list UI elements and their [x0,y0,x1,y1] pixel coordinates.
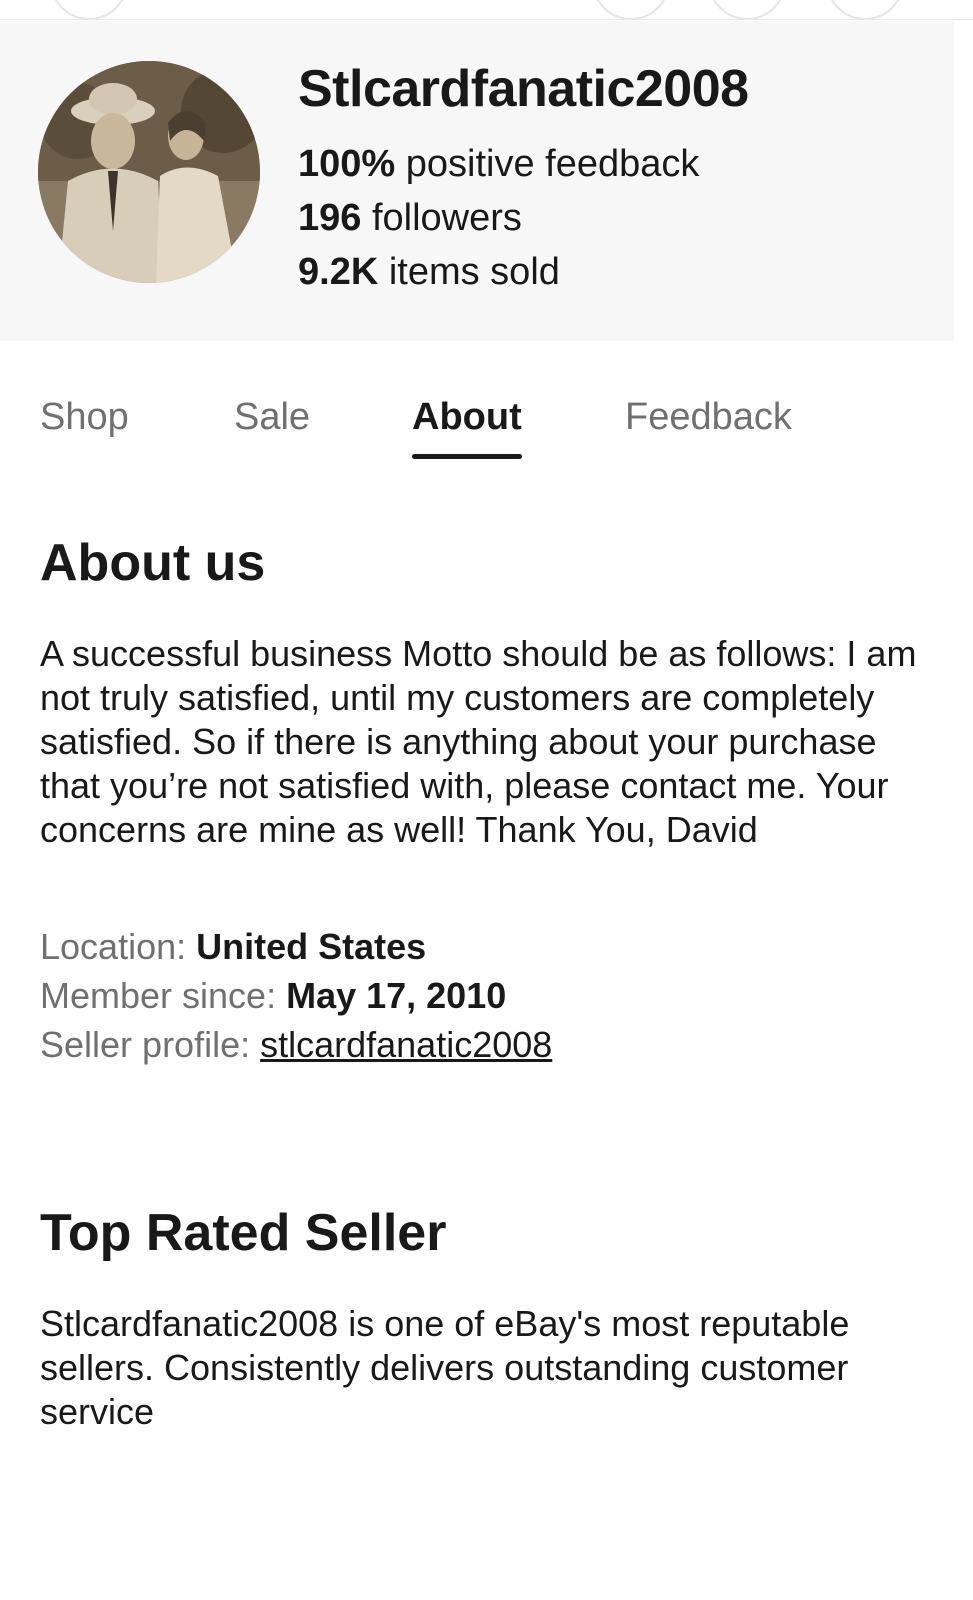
top-rated-heading: Top Rated Seller [40,1204,447,1262]
tab-sale[interactable]: Sale [234,396,310,439]
about-description: A successful business Motto should be as… [40,633,917,850]
location-label: Location: [40,926,197,967]
top-app-bar [0,0,973,20]
followers-stat: 196 followers [298,197,522,240]
toolbar-button-1[interactable] [592,0,670,20]
member-since-value: May 17, 2010 [286,975,507,1016]
tab-about[interactable]: About [412,396,522,459]
location-value: United States [196,926,427,967]
toolbar-button-2[interactable] [708,0,786,20]
positive-feedback-stat: 100% positive feedback [298,143,699,186]
feedback-label: positive feedback [395,143,700,185]
sold-value: 9.2K [298,251,379,293]
items-sold-stat: 9.2K items sold [298,251,560,294]
seller-profile-label: Seller profile: [40,1024,261,1065]
top-rated-description: Stlcardfanatic2008 is one of eBay's most… [40,1303,850,1432]
tab-shop[interactable]: Shop [40,396,129,439]
member-since-label: Member since: [40,975,287,1016]
about-heading: About us [40,534,266,592]
member-since-row: Member since: May 17, 2010 [40,975,506,1017]
seller-profile-row: Seller profile: stlcardfanatic2008 [40,1024,552,1066]
toolbar-button-3[interactable] [826,0,904,20]
seller-name: Stlcardfanatic2008 [298,60,749,118]
seller-avatar[interactable] [38,61,260,283]
followers-value: 196 [298,197,362,239]
store-tabs: Shop Sale About Feedback [0,380,954,470]
feedback-value: 100% [298,143,396,185]
followers-label: followers [361,197,522,239]
location-row: Location: United States [40,926,426,968]
seller-profile-link[interactable]: stlcardfanatic2008 [260,1024,552,1065]
seller-header: Stlcardfanatic2008 100% positive feedbac… [0,21,954,341]
sold-label: items sold [378,251,560,293]
tab-feedback[interactable]: Feedback [625,396,792,439]
back-button[interactable] [50,0,128,20]
